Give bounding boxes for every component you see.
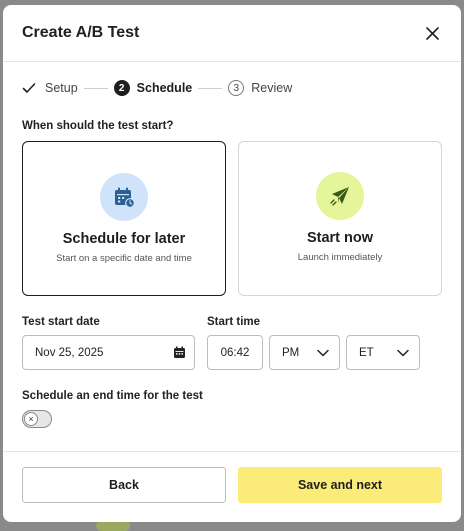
start-date-input[interactable]: Nov 25, 2025 (22, 335, 195, 370)
calendar-icon[interactable] (173, 346, 186, 359)
schedule-for-later-option[interactable]: Schedule for later Start on a specific d… (22, 141, 226, 296)
step-schedule[interactable]: 2 Schedule (113, 80, 193, 96)
timezone-select[interactable]: ET (346, 335, 420, 370)
start-time-label: Start time (207, 316, 261, 328)
step-review[interactable]: 3 Review (228, 80, 292, 96)
start-fields-row: Test start date Nov 25, 2025 Start time … (22, 316, 442, 370)
start-time-input[interactable]: 06:42 (207, 335, 263, 370)
start-options: Schedule for later Start on a specific d… (22, 141, 442, 296)
schedule-for-later-description: Start on a specific date and time (56, 252, 192, 264)
start-now-option[interactable]: Start now Launch immediately (238, 141, 442, 296)
close-button[interactable] (421, 22, 443, 44)
close-icon (425, 26, 439, 40)
timezone-value: ET (359, 346, 374, 359)
paper-plane-icon (330, 186, 349, 206)
chevron-down-icon (317, 349, 329, 356)
end-time-toggle[interactable]: × (22, 410, 52, 428)
modal-body: When should the test start? Schedule for… (3, 120, 461, 428)
back-button[interactable]: Back (22, 467, 226, 503)
start-question-label: When should the test start? (22, 120, 174, 132)
ampm-select[interactable]: PM (269, 335, 340, 370)
toggle-off-icon: × (24, 412, 38, 426)
start-date-value: Nov 25, 2025 (35, 346, 104, 359)
later-icon-badge (100, 172, 148, 221)
step-review-label: Review (251, 81, 293, 95)
progress-stepper: Setup 2 Schedule 3 Review (3, 62, 461, 114)
step-connector (198, 87, 223, 89)
modal-footer: Back Save and next (3, 451, 461, 522)
end-time-label: Schedule an end time for the test (22, 390, 203, 402)
create-ab-test-modal: Create A/B Test Setup 2 Schedule 3 Revie… (3, 5, 461, 522)
now-icon-badge (316, 171, 364, 220)
modal-header: Create A/B Test (3, 5, 461, 62)
modal-title: Create A/B Test (22, 24, 140, 41)
calendar-icon (115, 187, 135, 208)
start-now-description: Launch immediately (297, 251, 383, 263)
schedule-for-later-title: Schedule for later (62, 230, 186, 247)
background-element (96, 521, 130, 531)
chevron-down-icon (397, 349, 409, 356)
start-time-group: Start time 06:42 PM ET (207, 316, 420, 370)
time-controls: 06:42 PM ET (207, 335, 420, 370)
start-now-title: Start now (306, 229, 374, 246)
step-connector (83, 87, 108, 89)
start-time-value: 06:42 (220, 346, 250, 359)
step-setup[interactable]: Setup (22, 80, 78, 96)
step-setup-label: Setup (45, 81, 78, 95)
step-schedule-number: 2 (113, 80, 130, 96)
checkmark-icon (22, 80, 38, 96)
ampm-value: PM (282, 346, 300, 359)
start-date-group: Test start date Nov 25, 2025 (22, 316, 195, 370)
start-date-label: Test start date (22, 316, 100, 328)
step-schedule-label: Schedule (136, 81, 193, 95)
save-and-next-button[interactable]: Save and next (238, 467, 442, 503)
step-review-number: 3 (228, 80, 245, 96)
